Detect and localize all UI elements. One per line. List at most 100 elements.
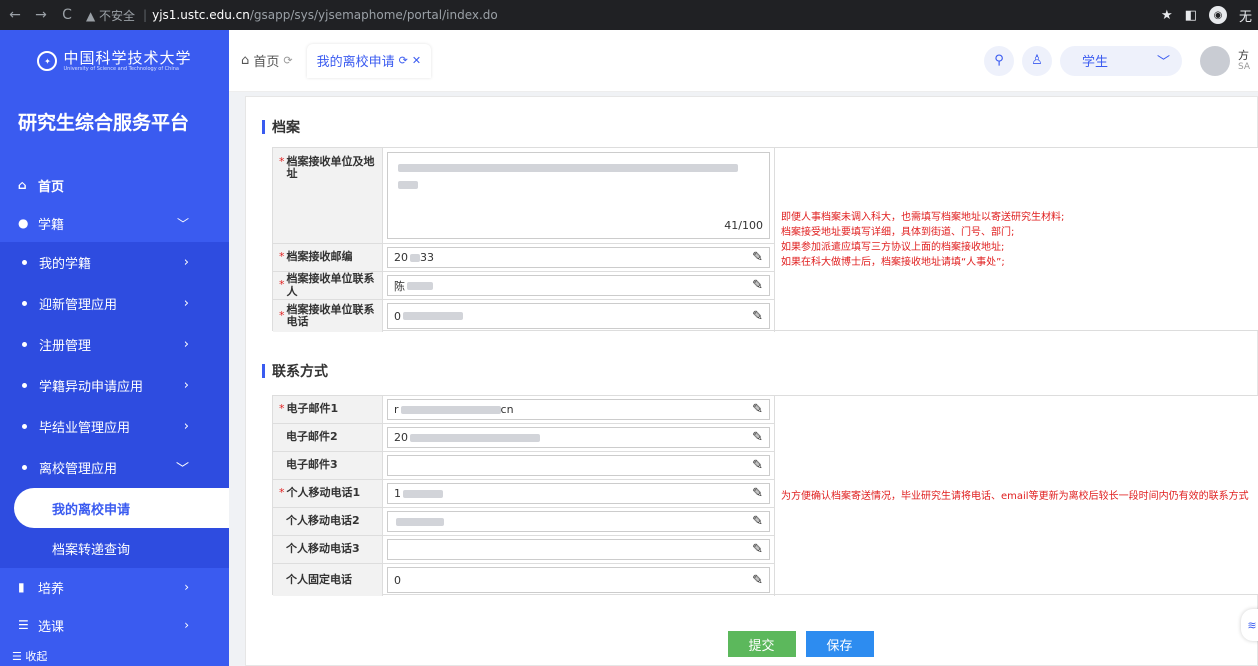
url-host: yjs1.ustc.edu.cn bbox=[152, 8, 250, 22]
contact-table: * 电子邮件1 r cn ✎ 电子邮件2 20 ✎ 电子邮件3 ✎ * 个人移动… bbox=[272, 395, 1258, 596]
edit-icon[interactable]: ✎ bbox=[752, 309, 763, 324]
label-archive-phone: * 档案接收单位联系电话 bbox=[273, 300, 383, 332]
sidebar-item-archive-query[interactable]: 档案转递查询 bbox=[0, 528, 229, 568]
refresh-icon[interactable]: ⟳ bbox=[399, 54, 408, 67]
field-email1: r cn ✎ bbox=[383, 396, 775, 424]
archive-notes: 即便人事档案未调入科大，也需填写档案地址以寄送研究生材料; 档案接受地址要填写详… bbox=[781, 212, 1065, 268]
char-counter: 41/100 bbox=[724, 219, 763, 232]
search-icon[interactable]: ⚲ bbox=[984, 45, 1014, 76]
back-icon[interactable]: ← bbox=[4, 7, 26, 23]
label-mobile3: 个人移动电话3 bbox=[273, 536, 383, 564]
edit-icon[interactable]: ✎ bbox=[752, 250, 763, 265]
university-logo[interactable]: ✦ 中国科学技术大学 University of Science and Tec… bbox=[0, 30, 229, 92]
chevron-down-icon: ﹀ bbox=[176, 216, 189, 231]
field-archive-zip: 20 33 ✎ bbox=[383, 244, 775, 272]
role-select[interactable]: 学生 ﹀ bbox=[1060, 45, 1182, 76]
mobile2-input[interactable]: ✎ bbox=[387, 511, 770, 532]
email2-input[interactable]: 20 ✎ bbox=[387, 427, 770, 448]
address-bar[interactable]: ▲ 不安全 | yjs1.ustc.edu.cn /gsapp/sys/yjse… bbox=[86, 4, 1161, 26]
label-landline: 个人固定电话 bbox=[273, 564, 383, 596]
email3-input[interactable]: ✎ bbox=[387, 455, 770, 476]
tab-my-leave-application[interactable]: 我的离校申请 ⟳ ✕ bbox=[306, 43, 432, 78]
label-archive-address: * 档案接收单位及地址 bbox=[273, 148, 383, 244]
mobile3-input[interactable]: ✎ bbox=[387, 539, 770, 560]
browser-toolbar: ← → C ▲ 不安全 | yjs1.ustc.edu.cn /gsapp/sy… bbox=[0, 0, 1258, 30]
edit-icon[interactable]: ✎ bbox=[752, 514, 763, 529]
collapse-icon: ☰ bbox=[12, 649, 26, 663]
edit-icon[interactable]: ✎ bbox=[752, 458, 763, 473]
floating-toggle-icon[interactable]: ≋ bbox=[1241, 609, 1258, 641]
submit-button[interactable]: 提交 bbox=[727, 631, 796, 657]
chevron-right-icon: › bbox=[183, 419, 189, 434]
section-contact-title: 联系方式 bbox=[262, 361, 328, 381]
label-email3: 电子邮件3 bbox=[273, 452, 383, 480]
chevron-right-icon: › bbox=[183, 296, 189, 311]
field-mobile1: 1 ✎ bbox=[383, 480, 775, 508]
sidebar-item-biye[interactable]: 毕结业管理应用 › bbox=[0, 406, 229, 447]
sidebar-item-yidong[interactable]: 学籍异动申请应用 › bbox=[0, 365, 229, 406]
user-icon: ● bbox=[18, 216, 29, 230]
email1-input[interactable]: r cn ✎ bbox=[387, 399, 770, 420]
label-email2: 电子邮件2 bbox=[273, 424, 383, 452]
edit-icon[interactable]: ✎ bbox=[752, 542, 763, 557]
chevron-right-icon: › bbox=[184, 580, 189, 594]
star-icon[interactable]: ★ bbox=[1161, 8, 1173, 23]
chevron-right-icon: › bbox=[183, 255, 189, 270]
collapse-button[interactable]: ☰ 收起 bbox=[0, 646, 47, 666]
platform-title: 研究生综合服务平台 bbox=[18, 112, 190, 134]
sidebar-item-peiyang[interactable]: ▮ 培养 › bbox=[0, 568, 229, 606]
label-archive-zip: * 档案接收邮编 bbox=[273, 244, 383, 272]
seal-icon: ✦ bbox=[37, 51, 58, 71]
archive-table: * 档案接收单位及地址 41/100 * 档案接收邮编 20 33 ✎ * 档案… bbox=[272, 147, 1258, 332]
close-icon[interactable]: ✕ bbox=[412, 54, 421, 67]
sidebar-item-home[interactable]: ⌂ 首页 bbox=[0, 166, 229, 204]
sidebar-item-zhuce[interactable]: 注册管理 › bbox=[0, 324, 229, 365]
chevron-right-icon: › bbox=[183, 378, 189, 393]
archive-phone-input[interactable]: 0 ✎ bbox=[387, 303, 770, 329]
theme-icon[interactable]: ♙ bbox=[1022, 45, 1052, 76]
submenu-xueji: 我的学籍 › 迎新管理应用 › 注册管理 › 学籍异动申请应用 › 毕结业管理应用 › 离… bbox=[0, 242, 229, 568]
sidebar-item-my-leave-application[interactable]: 我的离校申请 bbox=[14, 488, 229, 528]
url-path: /gsapp/sys/yjsemaphome/portal/index.do bbox=[249, 8, 498, 22]
home-icon: ⌂ bbox=[18, 178, 27, 192]
form-panel: 档案 * 档案接收单位及地址 41/100 * 档案接收邮编 20 33 ✎ *… bbox=[245, 96, 1258, 666]
reload-icon[interactable]: C bbox=[56, 7, 78, 23]
sidebar: ✦ 中国科学技术大学 University of Science and Tec… bbox=[0, 30, 229, 666]
landline-input[interactable]: 0 ✎ bbox=[387, 567, 770, 593]
sidebar-item-xuanke[interactable]: ☰ 选课 › bbox=[0, 606, 229, 644]
field-email3: ✎ bbox=[383, 452, 775, 480]
chevron-down-icon: ﹀ bbox=[175, 462, 189, 477]
label-email1: * 电子邮件1 bbox=[273, 396, 383, 424]
user-info[interactable]: 方 SA bbox=[1238, 49, 1258, 73]
avatar[interactable] bbox=[1200, 45, 1230, 76]
edit-icon[interactable]: ✎ bbox=[752, 573, 763, 588]
refresh-icon[interactable]: ⟳ bbox=[283, 54, 292, 67]
tab-home[interactable]: ⌂ 首页 ⟳ bbox=[231, 44, 303, 78]
chevron-down-icon: ﹀ bbox=[1156, 55, 1170, 70]
mobile1-input[interactable]: 1 ✎ bbox=[387, 483, 770, 504]
sidebar-item-xueji[interactable]: ● 学籍 ﹀ bbox=[0, 204, 229, 242]
action-buttons: 提交 保存 bbox=[246, 631, 1258, 657]
main-content: 档案 * 档案接收单位及地址 41/100 * 档案接收邮编 20 33 ✎ *… bbox=[229, 92, 1258, 666]
archive-contact-input[interactable]: 陈 ✎ bbox=[387, 275, 770, 296]
field-landline: 0 ✎ bbox=[383, 564, 775, 596]
field-archive-address: 41/100 bbox=[383, 148, 775, 244]
save-button[interactable]: 保存 bbox=[805, 631, 874, 657]
field-archive-contact: 陈 ✎ bbox=[383, 272, 775, 300]
sidebar-item-my-xueji[interactable]: 我的学籍 › bbox=[0, 242, 229, 283]
edit-icon[interactable]: ✎ bbox=[752, 486, 763, 501]
sidepanel-icon[interactable]: ◧ bbox=[1185, 8, 1197, 23]
field-email2: 20 ✎ bbox=[383, 424, 775, 452]
tab-bar: ⌂ 首页 ⟳ 我的离校申请 ⟳ ✕ ⚲ ♙ 学生 ﹀ 方 SA bbox=[229, 30, 1258, 92]
profile-icon[interactable]: ◉ bbox=[1208, 6, 1227, 24]
sidebar-item-yingxin[interactable]: 迎新管理应用 › bbox=[0, 283, 229, 324]
not-secure-label: ▲ 不安全 bbox=[86, 8, 136, 23]
edit-icon[interactable]: ✎ bbox=[752, 430, 763, 445]
forward-icon[interactable]: → bbox=[30, 7, 52, 23]
book-icon: ▮ bbox=[18, 580, 25, 594]
sidebar-item-lixiao[interactable]: 离校管理应用 ﹀ bbox=[0, 447, 229, 488]
archive-zip-input[interactable]: 20 33 ✎ bbox=[387, 247, 770, 268]
edit-icon[interactable]: ✎ bbox=[752, 278, 763, 293]
archive-address-textarea[interactable]: 41/100 bbox=[387, 152, 770, 239]
edit-icon[interactable]: ✎ bbox=[752, 402, 763, 417]
